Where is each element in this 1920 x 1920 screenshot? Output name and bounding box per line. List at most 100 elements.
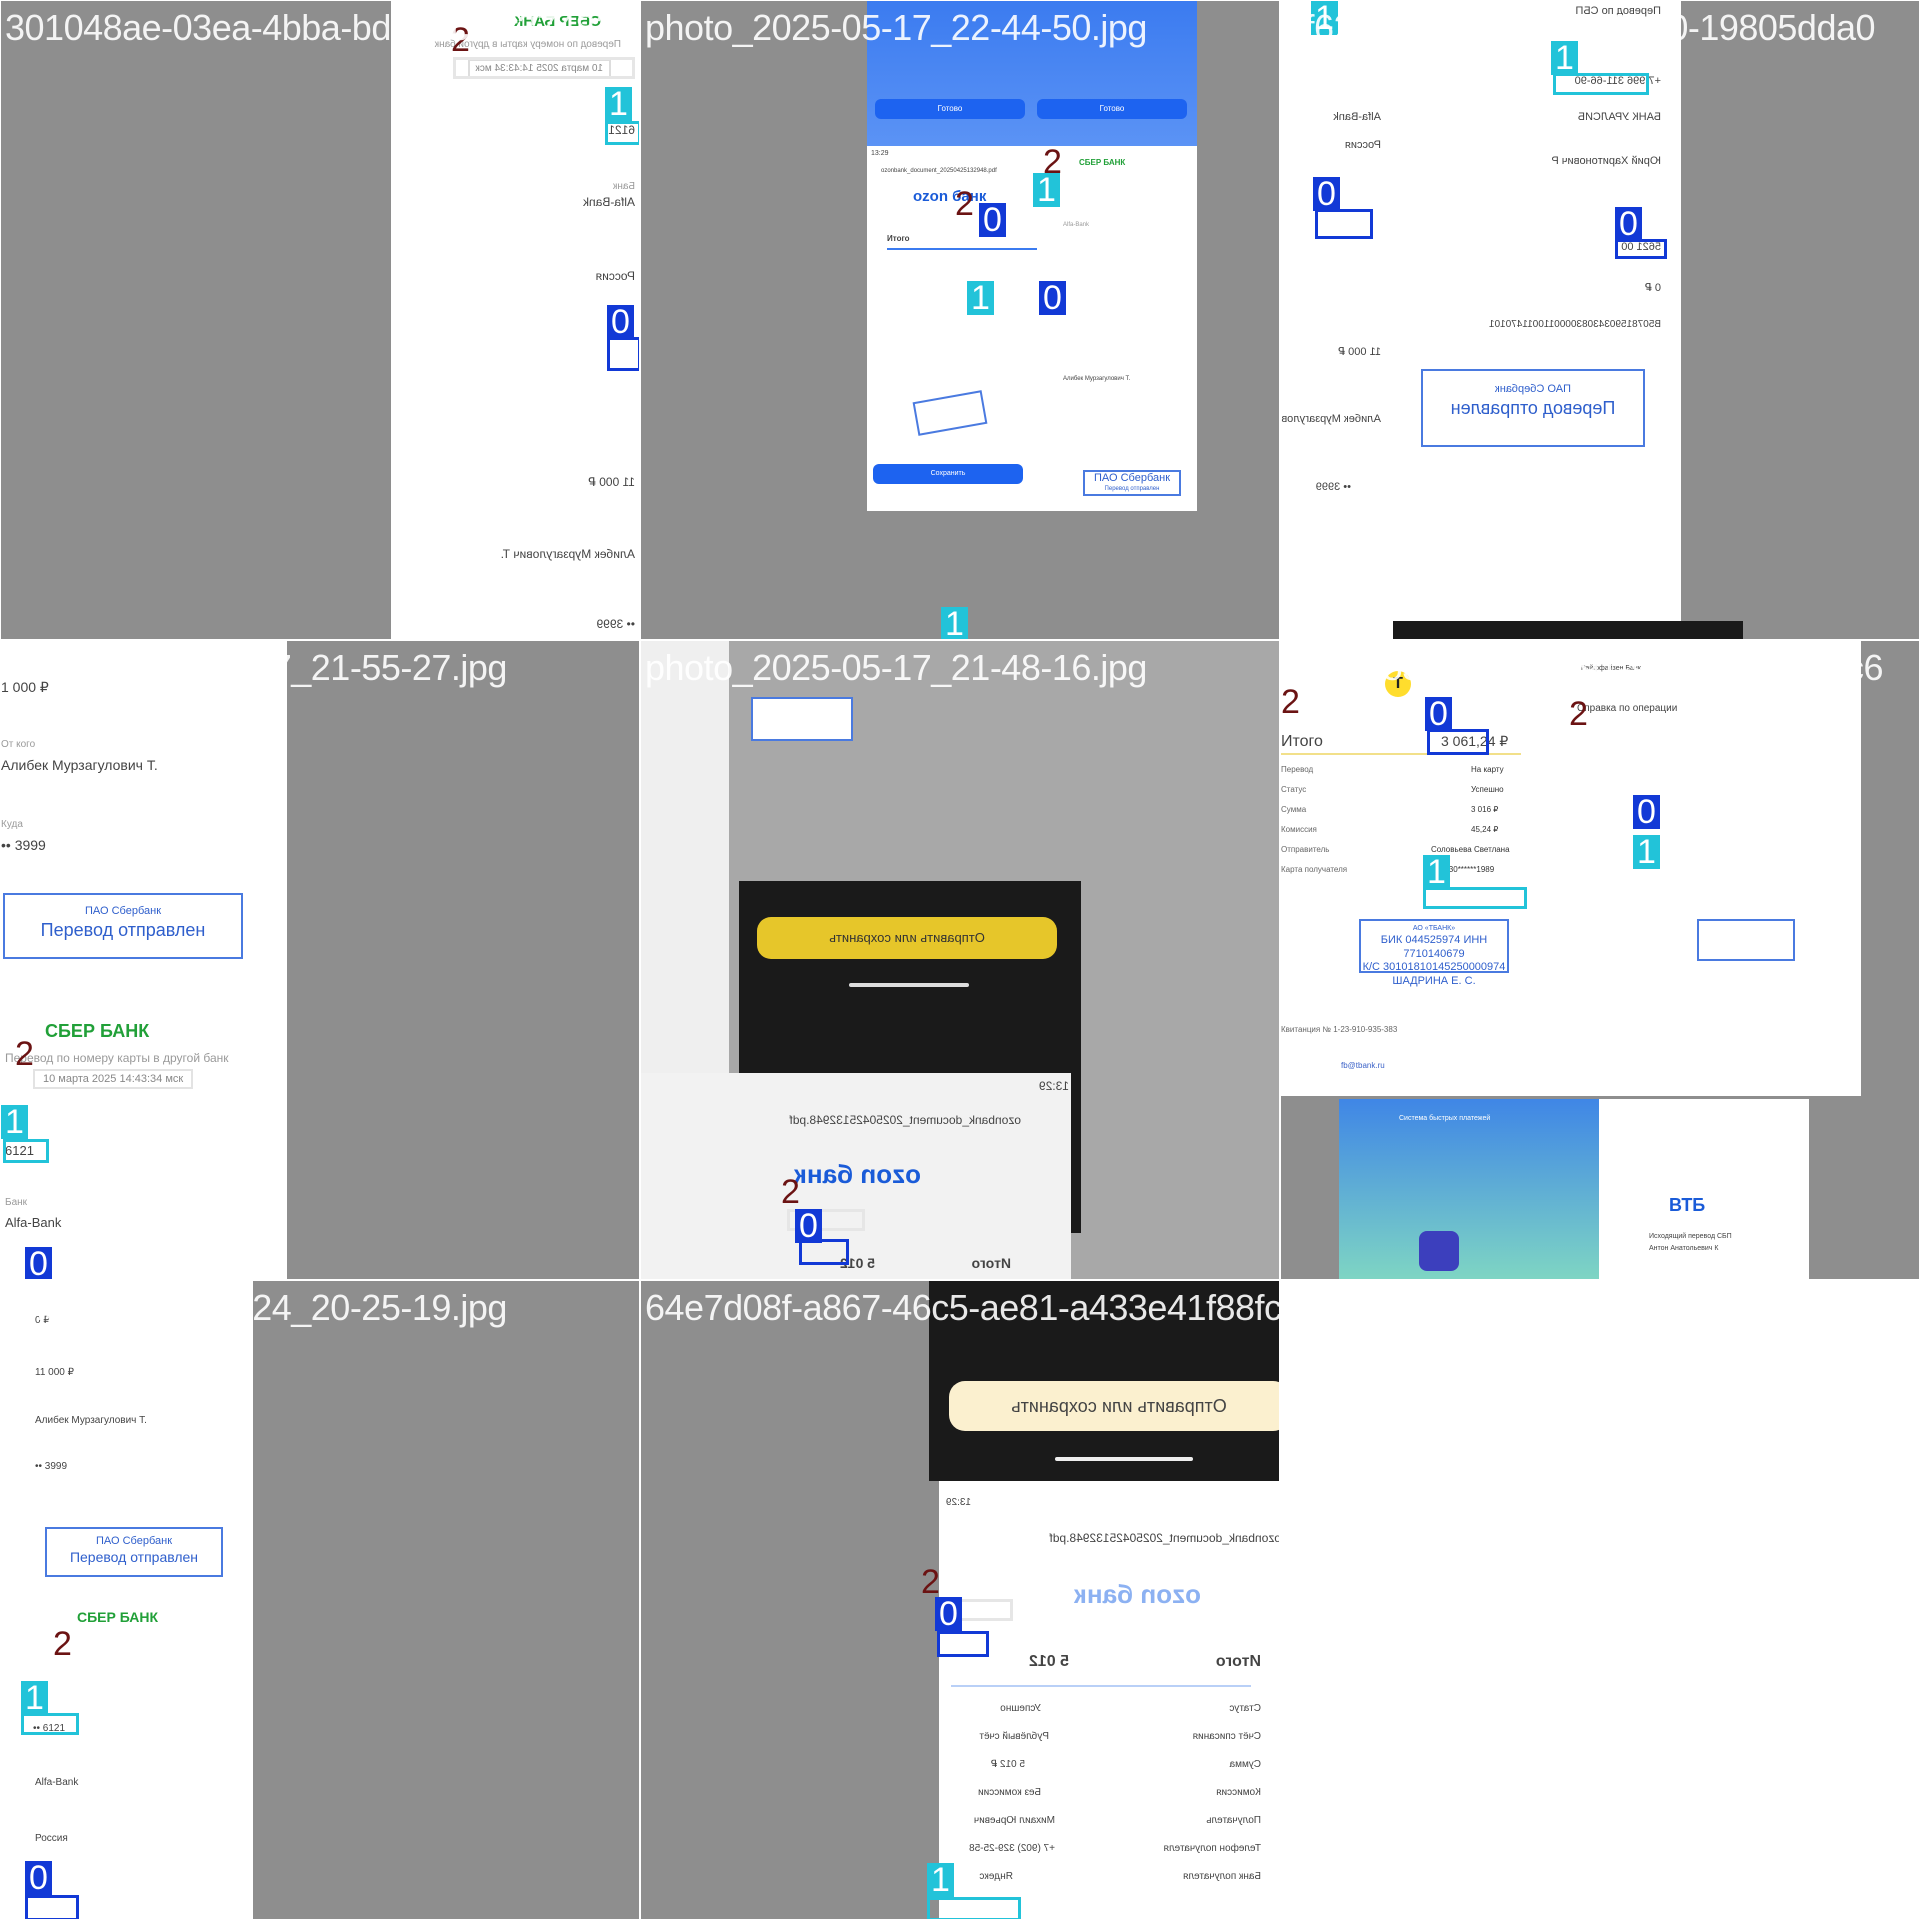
bank-label: Банк получателя xyxy=(1183,1871,1261,1882)
label-2: 2 xyxy=(921,1563,940,1601)
time: 13:29 xyxy=(945,1497,971,1508)
sber-bank-small: Alfa-Bank xyxy=(1063,222,1090,228)
row-sender-label: Отправитель xyxy=(1281,845,1330,854)
vtb-title: Перевод по СБП xyxy=(1575,5,1661,17)
sber-receipt-7: 0 ₽ 11 000 ₽ Алибек Мурзагулович Т. •• 3… xyxy=(1,1281,253,1919)
sber-stamp: ПАО Сбербанк Перевод отправлен xyxy=(3,893,243,959)
raif-stamp xyxy=(1697,919,1795,961)
tile-8[interactable]: Отправить или сохранить 13:29 ozonbank_d… xyxy=(640,1280,1280,1920)
stamp-top: ПАО Сбербанк xyxy=(84,905,162,917)
stamp-line2: К/С 30101810145250000974 xyxy=(1362,961,1506,974)
label-1b: 1 xyxy=(1633,835,1660,869)
label-0: 0 xyxy=(979,203,1006,237)
label-0: 0 xyxy=(25,1247,52,1279)
vtb-to: •• 3999 xyxy=(1315,481,1351,493)
status-time: 13:29 xyxy=(871,150,889,157)
save-button[interactable]: Сохранить xyxy=(873,464,1023,484)
to-value: •• 3999 xyxy=(1,837,46,853)
sber-receipt-4: 1 000 ₽ От кого Алибек Мурзагулович Т. К… xyxy=(1,641,287,1279)
stamp-name: ШАДРИНА Е. С. xyxy=(1392,975,1476,987)
row-sum: 3 016 ₽ xyxy=(1471,805,1499,814)
sber-logo: СБЕР БАНК xyxy=(45,1021,150,1041)
stamp-top: ПАО Сбербанк xyxy=(95,1535,173,1547)
bank-label: Банк xyxy=(5,1197,28,1208)
send-save-button[interactable]: Отправить или сохранить xyxy=(757,917,1057,959)
fee: Без комиссии xyxy=(978,1787,1041,1798)
label-1b: 1 xyxy=(1033,173,1060,207)
account: Рублёвый счёт xyxy=(979,1731,1049,1742)
fee-label: Комиссия xyxy=(1216,1787,1261,1798)
ozon-file: ozonbank_document_20250425132948.pdf xyxy=(1049,1531,1280,1545)
label-1b: 1 xyxy=(1551,41,1578,75)
raif-title: Справка по операции xyxy=(1577,703,1678,714)
label-0: 0 xyxy=(1425,697,1452,731)
vtb-recipient: Юрий Харитонович Р xyxy=(1551,155,1661,167)
label-2: 2 xyxy=(955,185,974,223)
vtb-amount: 11 000 ₽ xyxy=(1338,346,1381,358)
tile-3[interactable]: Перевод по СБП +7 996 311-66-90 БАНК УРА… xyxy=(1280,0,1920,640)
row-status-label: Статус xyxy=(1281,785,1307,794)
label-0b: 0 xyxy=(1615,207,1642,241)
sum: 5 012 ₽ xyxy=(990,1759,1025,1770)
sender: Алибек Мурзагулович Т. xyxy=(1,757,158,773)
sber-sender: Алибек Мурзагулович Т. xyxy=(500,547,635,561)
stamp-main: Перевод отправлен xyxy=(69,1548,199,1565)
label-2: 2 xyxy=(1281,683,1300,721)
status-label: Статус xyxy=(1229,1703,1261,1714)
recipient-label: Получатель xyxy=(1206,1815,1261,1826)
stamp-main: Перевод отправлен xyxy=(40,919,206,940)
send-save-button[interactable]: Отправить или сохранить xyxy=(949,1381,1279,1431)
bbox-phone xyxy=(927,1897,1021,1919)
ozon-stamp xyxy=(912,390,988,436)
tile-5[interactable]: Отправить или сохранить 13:29 ozonbank_d… xyxy=(640,640,1280,1280)
tile-4[interactable]: 1 000 ₽ От кого Алибек Мурзагулович Т. К… xyxy=(0,640,640,1280)
ozon-logo: ozon банк xyxy=(913,188,987,205)
vtb-logo: ВТБ xyxy=(1669,1195,1706,1215)
sber-doc-small: СБЕР БАНК Alfa-Bank Алибек Мурзагулович … xyxy=(1057,146,1197,511)
ready-button-1[interactable]: Готово xyxy=(875,99,1025,119)
ready-button-2[interactable]: Готово xyxy=(1037,99,1187,119)
ozon-file: ozonbank_document_20250425132948.pdf xyxy=(789,1113,1021,1127)
sber-country: Россия xyxy=(35,1833,68,1844)
ozon-logo: ozon банк xyxy=(1073,1579,1201,1609)
ozon-total: 5 012 xyxy=(1028,1653,1069,1670)
sber-stamp: ПАО Сбербанк Перевод отправлен xyxy=(45,1527,223,1577)
vtb-bank: БАНК УРАЛСИБ xyxy=(1577,111,1661,123)
bbox-amount xyxy=(1315,209,1373,239)
phone: +7 (902) 329-25-58 xyxy=(969,1843,1055,1854)
help-email: fb@tbank.ru xyxy=(1341,1061,1385,1070)
tile-9-empty xyxy=(1280,1280,1920,1920)
label-1: 1 xyxy=(1311,1,1338,35)
tile-6[interactable]: T Итого 3 061,24 ₽ Перевод На карту Стат… xyxy=(1280,640,1920,1280)
tile-2[interactable]: Готово Готово 13:29 ozonbank_document_20… xyxy=(640,0,1280,640)
bank: Яндекс xyxy=(979,1871,1013,1882)
raif-logo: Райффайзен Банк xyxy=(1581,665,1641,672)
mini-stamp xyxy=(751,697,853,741)
tile-7[interactable]: 0 ₽ 11 000 ₽ Алибек Мурзагулович Т. •• 3… xyxy=(0,1280,640,1920)
contact-sheet-grid: СБЕР БАНК Перевод по номеру карты в друг… xyxy=(0,0,1920,1920)
sbp-title: Система быстрых платежей xyxy=(1399,1115,1491,1122)
sber-to: •• 3999 xyxy=(35,1461,68,1472)
tile-1[interactable]: СБЕР БАНК Перевод по номеру карты в друг… xyxy=(0,0,640,640)
row-transfer-label: Перевод xyxy=(1281,765,1314,774)
ozon-doc-mirrored: 13:29 ozonbank_document_20250425132948.p… xyxy=(939,1481,1280,1919)
ozon-doc-mirrored: 13:29 ozonbank_document_20250425132948.p… xyxy=(641,1073,1071,1279)
row-sum-label: Сумма xyxy=(1281,805,1307,814)
home-indicator xyxy=(849,983,969,987)
label-2: 2 xyxy=(53,1625,72,1663)
label-2: 2 xyxy=(781,1173,800,1211)
sber-receipt-mirrored-3: Перевод по СБП +7 996 311-66-90 БАНК УРА… xyxy=(1281,1,1681,639)
sber-amount: 11 000 ₽ xyxy=(35,1367,74,1378)
row-status: Успешно xyxy=(1471,785,1504,794)
label-1: 1 xyxy=(1423,855,1450,889)
phone-header: Готово Готово xyxy=(867,1,1197,146)
label-0: 0 xyxy=(795,1209,822,1243)
from-label: От кого xyxy=(1,739,36,750)
row-fee: 45,24 ₽ xyxy=(1471,825,1499,834)
home-indicator xyxy=(1055,1457,1193,1461)
sber-bank-label: Банк xyxy=(612,181,635,192)
bbox-amount xyxy=(607,337,639,371)
vtb-name: Антон Анатольевич К xyxy=(1649,1245,1719,1252)
sber-sender-small: Алибек Мурзагулович Т. xyxy=(1063,376,1131,382)
label-2: 2 xyxy=(451,21,470,59)
